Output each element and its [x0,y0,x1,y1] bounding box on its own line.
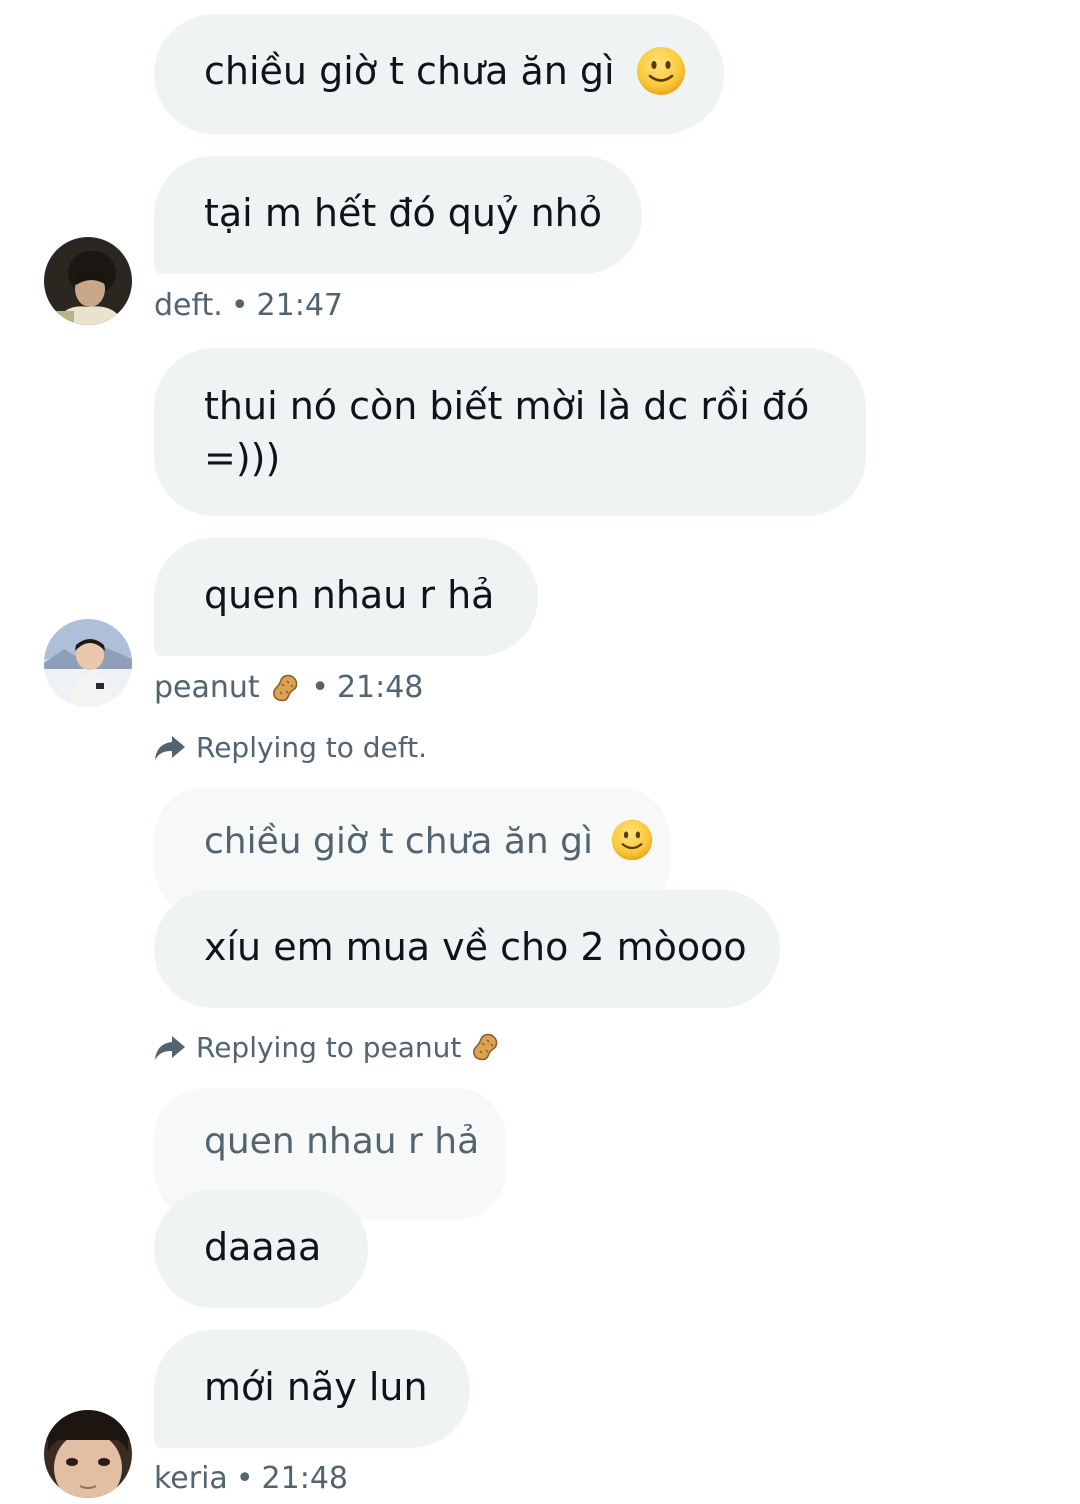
message-bubble[interactable]: tại m hết đó quỷ nhỏ [154,156,642,274]
reply-indicator[interactable]: Replying to peanut [154,1030,513,1066]
sender-name[interactable]: keria [154,1461,228,1496]
message-meta: keria • 21:48 [154,1461,348,1497]
message-text: quen nhau r hả [204,573,495,617]
reply-arrow-icon [154,1034,186,1062]
peanut-icon [469,1031,503,1065]
message-bubble[interactable]: thui nó còn biết mời là dc rồi đó =))) [154,348,866,516]
message-bubble[interactable]: daaaa [154,1190,368,1308]
deft-avatar[interactable] [44,237,132,325]
quoted-text: chiều giờ t chưa ăn gì [204,821,594,862]
message-bubble[interactable]: xíu em mua về cho 2 mòooo [154,890,780,1008]
meta-separator: • [230,288,249,323]
reply-indicator[interactable]: Replying to deft. [154,730,427,766]
message-bubble[interactable]: quen nhau r hả [154,538,538,656]
keria-avatar[interactable] [44,1410,132,1498]
slightly-smiling-face-icon [635,45,687,97]
message-bubble[interactable]: mới nãy lun [154,1330,470,1448]
message-meta: peanut • 21:48 [154,670,423,706]
quoted-text: quen nhau r hả [204,1121,480,1162]
peanut-avatar[interactable] [44,619,132,707]
message-text: chiều giờ t chưa ăn gì [204,49,615,93]
message-text: tại m hết đó quỷ nhỏ [204,191,602,235]
message-meta: deft. • 21:47 [154,288,343,324]
reply-arrow-icon [154,734,186,762]
reply-label: Replying to deft. [196,731,427,764]
sender-name[interactable]: deft. [154,288,223,323]
message-text: thui nó còn biết mời là dc rồi đó =))) [204,384,810,480]
timestamp: 21:48 [336,670,424,705]
slightly-smiling-face-icon [610,818,654,862]
message-text: daaaa [204,1225,322,1269]
reply-label: Replying to peanut [196,1031,462,1064]
message-text: mới nãy lun [204,1365,428,1409]
timestamp: 21:47 [256,288,344,323]
meta-separator: • [235,1461,254,1496]
meta-separator: • [311,670,329,705]
peanut-icon [269,672,303,706]
message-bubble[interactable]: chiều giờ t chưa ăn gì [154,14,724,134]
message-text: xíu em mua về cho 2 mòooo [204,925,747,969]
timestamp: 21:48 [261,1461,348,1496]
sender-name[interactable]: peanut [154,670,260,705]
